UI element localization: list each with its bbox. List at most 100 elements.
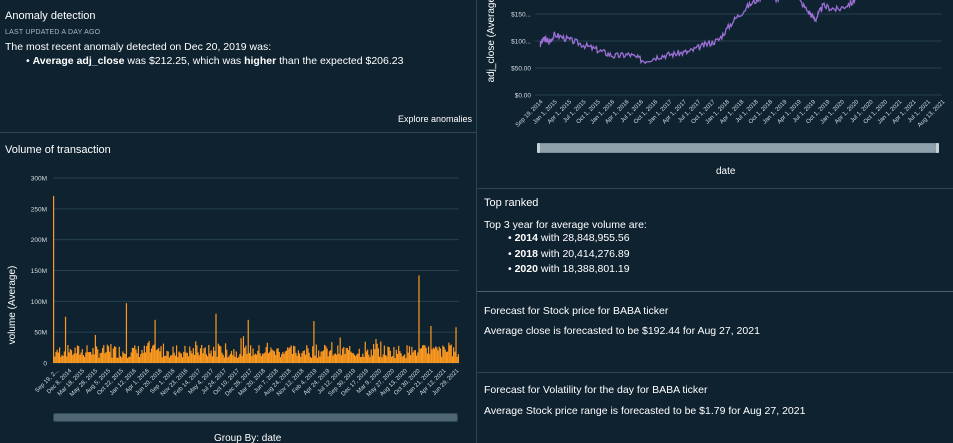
volume-bar — [427, 346, 430, 363]
volume-bar — [296, 355, 298, 363]
rank-year: 2014 — [514, 232, 538, 244]
volume-bar — [79, 354, 81, 363]
volume-bar — [289, 347, 291, 363]
volume-bar — [228, 355, 230, 363]
volume-bar — [210, 350, 212, 363]
volume-x-axis-label: Group By: date — [214, 433, 282, 443]
volume-bar — [63, 351, 65, 363]
volume-bar — [167, 351, 169, 363]
volume-bar — [362, 353, 364, 363]
volume-bar — [129, 356, 131, 363]
top-ranked-list: • 2014 with 28,848,955.56 • 2018 with 20… — [508, 231, 630, 278]
volume-bar — [95, 346, 98, 363]
volume-bar — [203, 348, 205, 363]
volume-bar — [62, 355, 64, 363]
volume-bar — [322, 350, 325, 363]
volume-bar — [361, 356, 363, 363]
anomaly-value-text: was $212.25, which was — [124, 55, 245, 67]
volume-bar — [107, 346, 110, 363]
price-chart: $0.00$50.00$100...$150... Sep 19, 2014Ja… — [486, 0, 947, 129]
volume-bar — [333, 354, 335, 363]
volume-bar — [302, 351, 304, 363]
volume-bar — [382, 354, 384, 363]
volume-bar — [202, 353, 204, 363]
volume-bar — [247, 319, 249, 363]
volume-bar — [316, 357, 319, 363]
volume-bar — [303, 350, 305, 363]
volume-bar — [273, 351, 276, 363]
volume-bar — [394, 358, 396, 363]
volume-bar — [257, 350, 259, 363]
volume-bar — [241, 355, 243, 363]
volume-bar — [173, 352, 175, 363]
rank-value: with 18,388,801.19 — [537, 263, 630, 275]
price-scrollbar-thumb[interactable] — [540, 144, 936, 152]
volume-bar — [417, 352, 419, 363]
rank-value: with 20,414,276.89 — [537, 247, 630, 260]
volume-bar — [290, 345, 292, 363]
volume-bar — [208, 345, 210, 363]
volume-bar — [76, 345, 79, 363]
volume-bar — [100, 352, 102, 363]
volume-bar — [346, 347, 348, 363]
volume-bar — [271, 349, 273, 363]
volume-bar — [443, 346, 445, 363]
volume-bar — [450, 344, 452, 363]
volume-bar — [92, 347, 94, 363]
volume-bar — [275, 355, 277, 363]
volume-bar — [99, 353, 101, 363]
volume-bar — [359, 357, 362, 363]
volume-bar — [451, 356, 454, 363]
volume-bar — [395, 349, 397, 363]
volume-bar — [285, 350, 288, 363]
volume-bar — [407, 352, 409, 363]
volume-bar — [399, 351, 401, 363]
volume-bar — [146, 345, 148, 363]
explore-anomalies-link[interactable]: Explore anomalies — [398, 114, 472, 124]
volume-bar — [297, 350, 299, 363]
y-tick-label: 250M — [31, 206, 47, 213]
panel-divider — [477, 291, 953, 292]
volume-bar — [345, 347, 347, 363]
volume-bar — [161, 357, 163, 363]
volume-bar — [55, 352, 57, 363]
volume-bar — [455, 327, 457, 363]
volume-bar — [334, 353, 337, 363]
volume-bar — [390, 356, 393, 363]
price-scrollbar-right-handle[interactable] — [936, 143, 939, 153]
volume-bar — [444, 349, 446, 363]
volume-bar — [251, 356, 253, 363]
volume-bar — [122, 351, 124, 363]
volume-bar — [131, 347, 134, 363]
volume-bar — [304, 354, 307, 363]
volume-bar — [414, 350, 417, 363]
volume-bar — [270, 347, 272, 363]
volume-bar — [252, 348, 254, 363]
volume-bar — [215, 313, 217, 363]
volume-bar — [189, 346, 191, 363]
volume-scrollbar-thumb[interactable] — [54, 414, 457, 421]
volume-bar — [432, 347, 434, 363]
volume-bar — [365, 351, 368, 363]
volume-bar — [449, 345, 451, 363]
volume-bar — [201, 344, 203, 363]
volume-bar — [67, 345, 69, 363]
volume-bar — [281, 354, 283, 363]
volume-bar — [179, 352, 181, 363]
volume-bar — [57, 352, 59, 363]
volume-bar — [315, 344, 317, 363]
volume-bar — [70, 350, 73, 363]
volume-bar — [227, 357, 229, 363]
volume-bar — [158, 347, 160, 363]
rank-value: with 28,848,955.56 — [537, 232, 630, 244]
volume-bar — [168, 357, 171, 363]
volume-bar — [353, 354, 356, 363]
panel-divider — [477, 188, 953, 189]
forecast-price-title: Forecast for Stock price for BABA ticker — [484, 305, 669, 317]
volume-bar — [441, 356, 443, 363]
volume-bar — [214, 350, 216, 363]
volume-bar — [319, 356, 321, 363]
volume-bar — [435, 346, 437, 363]
price-scrollbar-left-handle[interactable] — [537, 143, 540, 153]
volume-chart: 050M100M150M200M250M300M Sep 19, 2...Dec… — [7, 176, 461, 399]
